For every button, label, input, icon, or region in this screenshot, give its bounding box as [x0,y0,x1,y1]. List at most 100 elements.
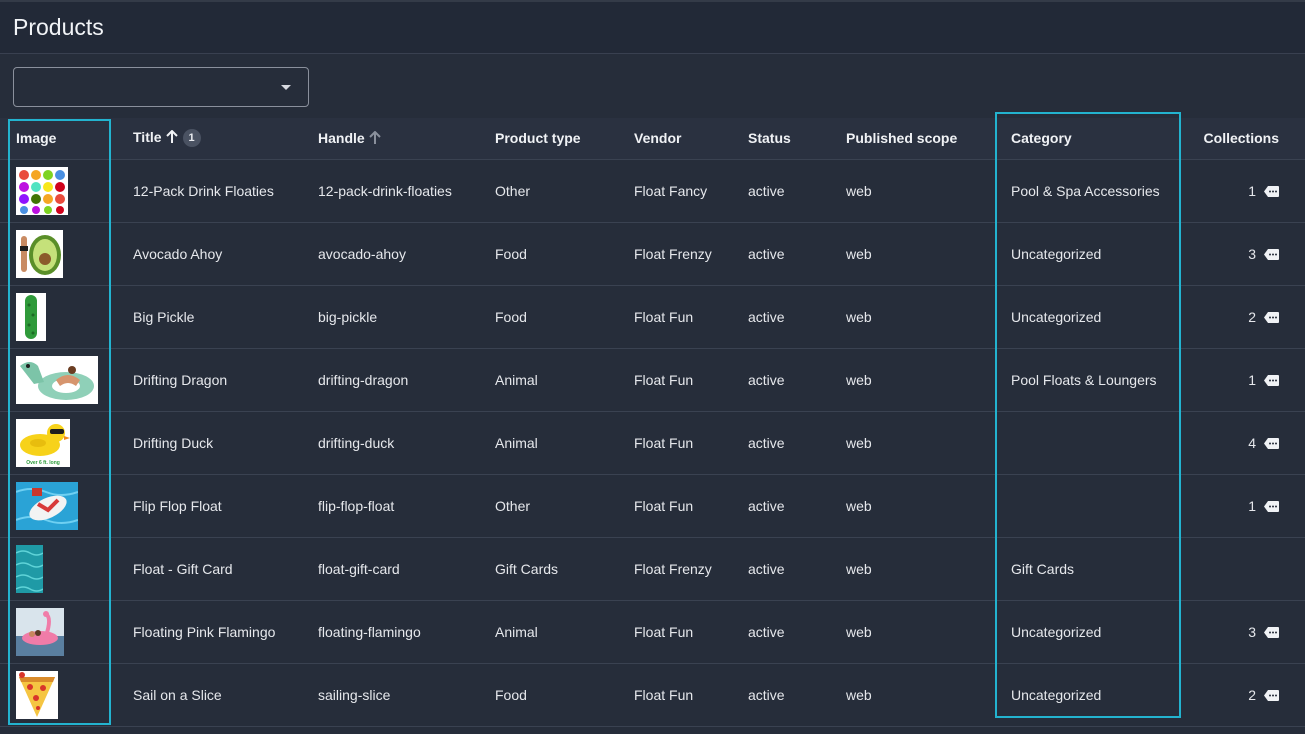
vendor-cell[interactable]: Float Fun [618,600,732,664]
category-cell[interactable]: Pool Floats & Loungers [995,348,1178,412]
collections-tag-icon[interactable] [1264,626,1279,638]
handle-cell[interactable]: avocado-ahoy [302,222,479,286]
vendor-cell[interactable]: Float Fun [618,663,732,727]
column-header-category[interactable]: Category [995,118,1178,160]
sort-ascending-icon[interactable] [165,130,179,144]
category-cell[interactable]: Gift Cards [995,537,1178,601]
title-cell[interactable]: Big Pickle [117,285,302,349]
image-cell[interactable] [0,600,117,664]
column-header-published-scope[interactable]: Published scope [830,118,995,160]
collections-tag-icon[interactable] [1264,185,1279,197]
status-cell[interactable]: active [732,411,830,475]
status-cell[interactable]: active [732,159,830,223]
product-type-cell[interactable]: Gift Cards [479,537,618,601]
pizza-slice-thumbnail[interactable] [16,670,58,719]
collections-cell[interactable]: 4 [1178,411,1305,475]
published-scope-cell[interactable]: web [830,411,995,475]
title-cell[interactable]: 12-Pack Drink Floaties [117,159,302,223]
status-cell[interactable]: active [732,222,830,286]
table-row[interactable]: Float - Gift Card float-gift-card Gift C… [0,537,1305,601]
vendor-cell[interactable]: Float Fun [618,411,732,475]
handle-cell[interactable]: 12-pack-drink-floaties [302,159,479,223]
image-cell[interactable] [0,474,117,538]
published-scope-cell[interactable]: web [830,600,995,664]
published-scope-cell[interactable]: web [830,663,995,727]
status-cell[interactable]: active [732,474,830,538]
handle-cell[interactable]: drifting-duck [302,411,479,475]
vendor-cell[interactable]: Float Fancy [618,159,732,223]
filter-select[interactable] [13,67,309,107]
collections-cell[interactable]: 1 [1178,348,1305,412]
product-type-cell[interactable]: Food [479,663,618,727]
duck-thumbnail[interactable]: Over 6 ft. long [16,418,70,467]
image-cell[interactable] [0,537,117,601]
product-type-cell[interactable]: Food [479,285,618,349]
collections-cell[interactable]: 2 [1178,285,1305,349]
status-cell[interactable]: active [732,600,830,664]
column-header-status[interactable]: Status [732,118,830,160]
vendor-cell[interactable]: Float Frenzy [618,537,732,601]
handle-cell[interactable]: big-pickle [302,285,479,349]
image-cell[interactable] [0,285,117,349]
published-scope-cell[interactable]: web [830,285,995,349]
title-cell[interactable]: Flip Flop Float [117,474,302,538]
collections-tag-icon[interactable] [1264,311,1279,323]
image-cell[interactable] [0,222,117,286]
collections-tag-icon[interactable] [1264,689,1279,701]
product-type-cell[interactable]: Other [479,159,618,223]
title-cell[interactable]: Drifting Dragon [117,348,302,412]
collections-cell[interactable]: 2 [1178,663,1305,727]
collections-tag-icon[interactable] [1264,500,1279,512]
vendor-cell[interactable]: Float Fun [618,285,732,349]
image-cell[interactable]: Over 6 ft. long [0,411,117,475]
product-type-cell[interactable]: Animal [479,348,618,412]
category-cell[interactable] [995,474,1178,538]
image-cell[interactable] [0,159,117,223]
image-cell[interactable] [0,348,117,412]
collections-tag-icon[interactable] [1264,374,1279,386]
title-cell[interactable]: Floating Pink Flamingo [117,600,302,664]
collections-cell[interactable]: 1 [1178,159,1305,223]
status-cell[interactable]: active [732,663,830,727]
table-row[interactable]: Sail on a Slice sailing-slice Food Float… [0,663,1305,727]
table-row[interactable]: Avocado Ahoy avocado-ahoy Food Float Fre… [0,222,1305,286]
collections-cell[interactable]: 3 [1178,222,1305,286]
flamingo-thumbnail[interactable] [16,607,64,656]
column-header-image[interactable]: Image [0,118,117,160]
vendor-cell[interactable]: Float Frenzy [618,222,732,286]
handle-cell[interactable]: flip-flop-float [302,474,479,538]
vendor-cell[interactable]: Float Fun [618,348,732,412]
drink-floaties-thumbnail[interactable] [16,166,68,215]
column-header-handle[interactable]: Handle [302,118,479,160]
category-cell[interactable] [995,411,1178,475]
status-cell[interactable]: active [732,285,830,349]
product-type-cell[interactable]: Animal [479,600,618,664]
collections-cell[interactable] [1178,537,1305,601]
flip-flop-thumbnail[interactable] [16,481,78,530]
handle-cell[interactable]: floating-flamingo [302,600,479,664]
category-cell[interactable]: Pool & Spa Accessories [995,159,1178,223]
table-row[interactable]: Floating Pink Flamingo floating-flamingo… [0,600,1305,664]
product-type-cell[interactable]: Animal [479,411,618,475]
chevron-down-icon[interactable] [281,85,291,90]
handle-cell[interactable]: float-gift-card [302,537,479,601]
sort-ascending-icon[interactable] [368,131,382,145]
title-cell[interactable]: Float - Gift Card [117,537,302,601]
vendor-cell[interactable]: Float Fun [618,474,732,538]
column-header-title[interactable]: Title 1 [117,118,302,160]
pickle-thumbnail[interactable] [16,292,46,341]
status-cell[interactable]: active [732,537,830,601]
water-thumbnail[interactable] [16,544,43,593]
category-cell[interactable]: Uncategorized [995,222,1178,286]
column-header-vendor[interactable]: Vendor [618,118,732,160]
handle-cell[interactable]: sailing-slice [302,663,479,727]
avocado-thumbnail[interactable] [16,229,63,278]
product-type-cell[interactable]: Food [479,222,618,286]
category-cell[interactable]: Uncategorized [995,285,1178,349]
collections-cell[interactable]: 1 [1178,474,1305,538]
category-cell[interactable]: Uncategorized [995,600,1178,664]
column-header-product-type[interactable]: Product type [479,118,618,160]
title-cell[interactable]: Sail on a Slice [117,663,302,727]
title-cell[interactable]: Drifting Duck [117,411,302,475]
image-cell[interactable] [0,663,117,727]
